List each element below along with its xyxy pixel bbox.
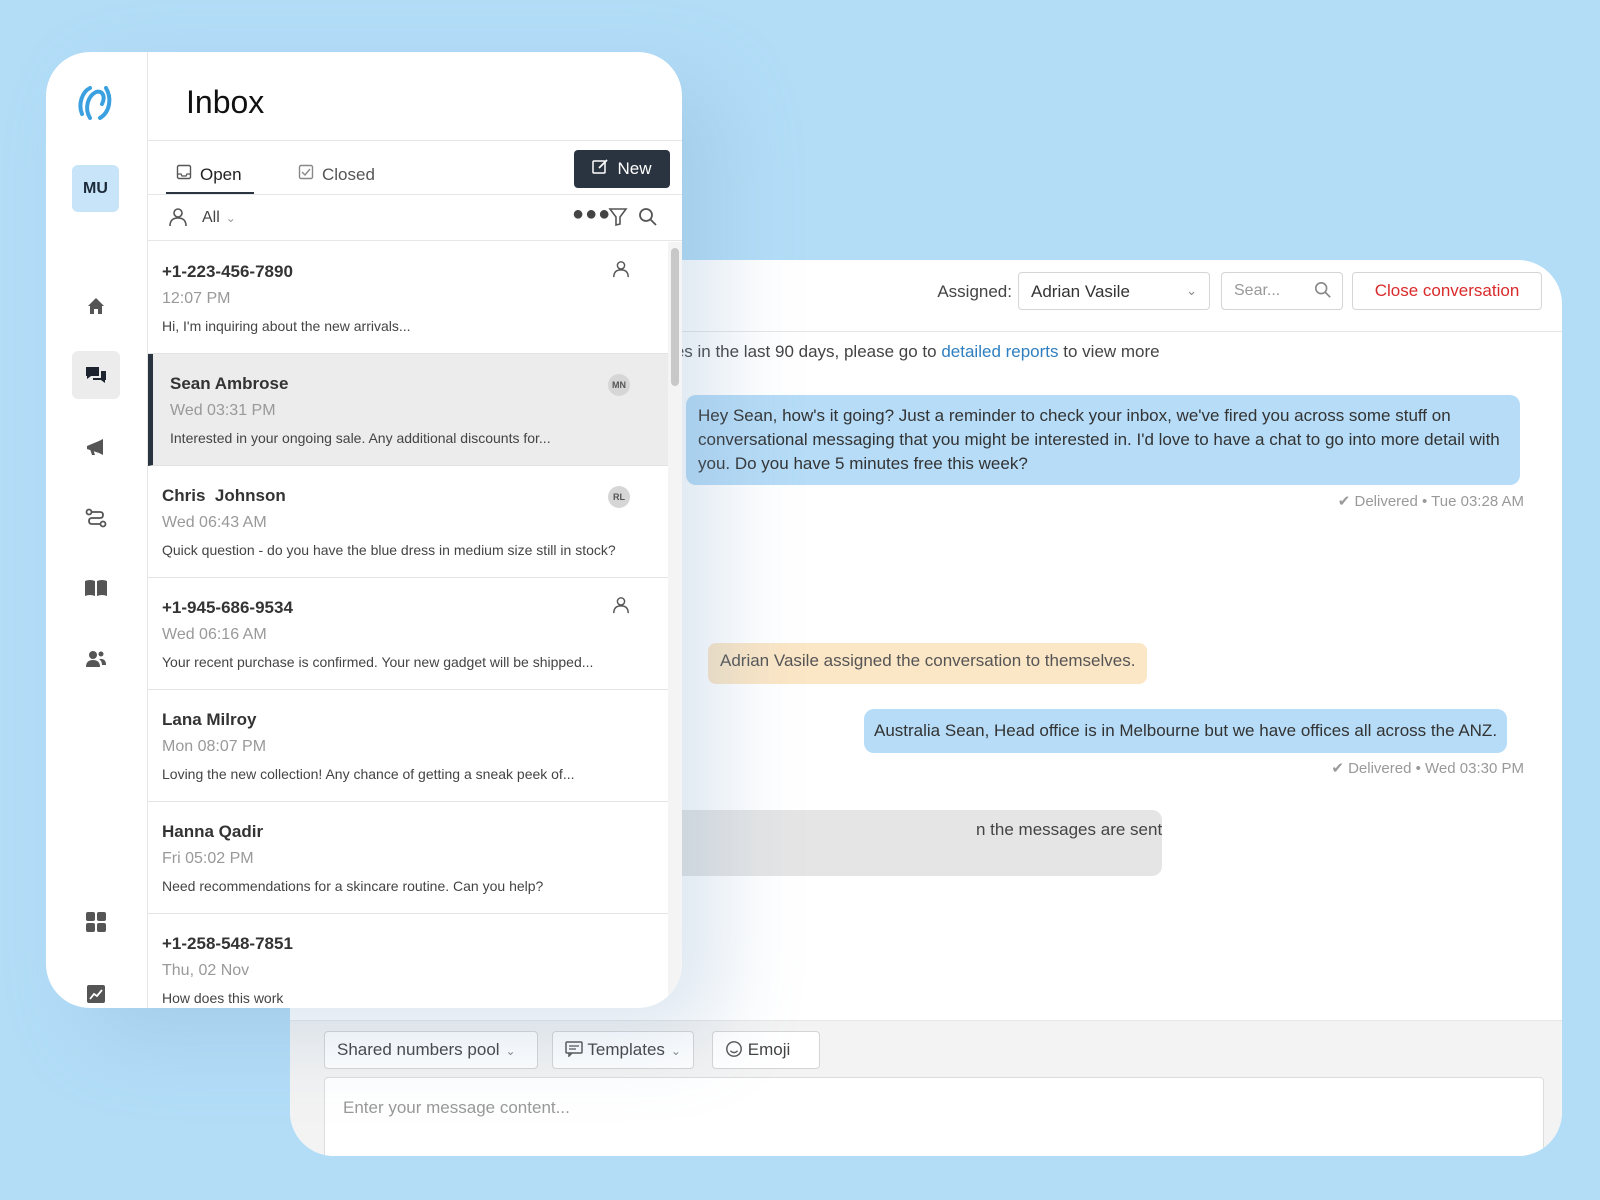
contact-name: +1-223-456-7890 xyxy=(162,262,293,281)
system-note: Adrian Vasile assigned the conversation … xyxy=(708,643,1148,684)
chevron-down-icon: ⌄ xyxy=(505,1044,516,1058)
message-preview: Interested in your ongoing sale. Any add… xyxy=(170,430,551,446)
compose-icon xyxy=(592,158,609,180)
message-preview: How does this work xyxy=(162,990,284,1006)
inbox-panel: MU Inbox Open Closed New All ⌄ ●●● +1-22… xyxy=(46,52,682,1008)
contacts-icon[interactable] xyxy=(72,635,120,683)
assignee-badge: RL xyxy=(608,486,630,508)
message-preview: Your recent purchase is confirmed. Your … xyxy=(162,654,594,670)
contact-name: Lana Milroy xyxy=(162,710,257,729)
message-composer: Shared numbers pool ⌄ Templates ⌄ Emoji En… xyxy=(290,1020,1562,1156)
chevron-down-icon: ⌄ xyxy=(670,1044,681,1058)
conversation-list: +1-223-456-7890 12:07 PM Hi, I'm inquiri… xyxy=(148,242,668,1008)
assignee-filter-select[interactable]: All ⌄ xyxy=(202,209,236,227)
assignee-value: Adrian Vasile xyxy=(1031,282,1130,301)
message-input[interactable]: Enter your message content... xyxy=(324,1077,1544,1156)
check-icon: ✔ xyxy=(1331,760,1344,777)
search-icon[interactable] xyxy=(638,207,658,232)
conversation-time: Wed 03:31 PM xyxy=(170,402,276,419)
conversation-item[interactable]: +1-223-456-7890 12:07 PM Hi, I'm inquiri… xyxy=(148,242,668,354)
home-icon[interactable] xyxy=(72,282,120,330)
unassigned-user-icon xyxy=(612,260,630,283)
conversation-item[interactable]: Chris Johnson Wed 06:43 AM Quick questio… xyxy=(148,466,668,578)
conversation-time: Wed 06:16 AM xyxy=(162,626,267,643)
user-icon xyxy=(168,207,188,232)
conversation-time: Thu, 02 Nov xyxy=(162,962,250,979)
megaphone-icon[interactable] xyxy=(72,424,120,472)
apps-grid-icon[interactable] xyxy=(72,898,120,946)
outgoing-message: Australia Sean, Head office is in Melbou… xyxy=(864,709,1508,753)
message-preview: Need recommendations for a skincare rout… xyxy=(162,878,544,894)
close-conversation-button[interactable]: Close conversation xyxy=(1352,272,1542,310)
conversation-item[interactable]: +1-945-686-9534 Wed 06:16 AM Your recent… xyxy=(148,578,668,690)
assignee-badge: MN xyxy=(608,374,630,396)
new-conversation-button[interactable]: New xyxy=(574,150,670,188)
check-icon: ✔ xyxy=(1337,493,1351,510)
contact-name: +1-258-548-7851 xyxy=(162,934,293,953)
notice-suffix: to view more xyxy=(1063,342,1160,361)
contact-name: Hanna Qadir xyxy=(162,822,264,841)
contact-name: +1-945-686-9534 xyxy=(162,598,293,617)
scroll-thumb[interactable] xyxy=(671,248,679,386)
flow-icon[interactable] xyxy=(72,494,120,542)
tab-closed[interactable]: Closed xyxy=(298,164,375,185)
templates-button[interactable]: Templates ⌄ xyxy=(552,1031,694,1069)
more-options-icon[interactable]: ●●● xyxy=(572,203,611,226)
tab-open[interactable]: Open xyxy=(176,164,242,185)
history-notice: nessages in the last 90 days, please go … xyxy=(620,342,1160,362)
nav-rail: MU xyxy=(46,52,148,1008)
page-title: Inbox xyxy=(186,84,265,120)
checklist-icon xyxy=(298,164,314,185)
chevron-down-icon: ⌄ xyxy=(1186,283,1197,298)
message-placeholder: Enter your message content... xyxy=(343,1098,570,1117)
assigned-label: Assigned: xyxy=(937,282,1012,301)
message-preview: Quick question - do you have the blue dr… xyxy=(162,542,616,558)
conversation-time: Mon 08:07 PM xyxy=(162,738,267,755)
divider xyxy=(148,140,682,141)
conversation-item[interactable]: Sean Ambrose Wed 03:31 PM Interested in … xyxy=(148,354,668,466)
message-status: ✔ Delivered • Tue 03:28 AM xyxy=(1337,493,1524,510)
conversation-item[interactable]: Hanna Qadir Fri 05:02 PM Need recommenda… xyxy=(148,802,668,914)
conversation-time: Fri 05:02 PM xyxy=(162,850,254,867)
unassigned-user-icon xyxy=(612,596,630,619)
template-icon xyxy=(565,1040,587,1059)
conversation-item[interactable]: Lana Milroy Mon 08:07 PM Loving the new … xyxy=(148,690,668,802)
inbox-tray-icon xyxy=(176,164,192,185)
message-preview: Loving the new collection! Any chance of… xyxy=(162,766,575,782)
filter-icon[interactable] xyxy=(608,207,628,232)
list-scrollbar[interactable] xyxy=(668,242,682,1008)
message-status: ✔ Delivered • Wed 03:30 PM xyxy=(1331,760,1524,777)
assignee-select[interactable]: Adrian Vasile ⌄ xyxy=(1018,272,1210,310)
outgoing-message: Hey Sean, how's it going? Just a reminde… xyxy=(686,395,1520,485)
search-icon xyxy=(1314,281,1332,304)
conversation-search-input[interactable]: Sear... xyxy=(1221,272,1343,310)
contact-name: Sean Ambrose xyxy=(170,374,289,393)
chat-icon[interactable] xyxy=(72,351,120,399)
numbers-pool-select[interactable]: Shared numbers pool ⌄ xyxy=(324,1031,538,1069)
chevron-down-icon: ⌄ xyxy=(225,211,236,225)
contact-name: Chris Johnson xyxy=(162,486,286,505)
search-placeholder: Sear... xyxy=(1234,282,1281,299)
incoming-message: n the messages are sent, unless sending … xyxy=(650,810,1162,876)
message-preview: Hi, I'm inquiring about the new arrivals… xyxy=(162,318,411,334)
filter-bar: All ⌄ ●●● xyxy=(148,195,682,241)
emoji-button[interactable]: Emoji xyxy=(712,1031,820,1069)
conversation-time: 12:07 PM xyxy=(162,290,231,307)
analytics-icon[interactable] xyxy=(72,970,120,1008)
detailed-reports-link[interactable]: detailed reports xyxy=(941,342,1058,361)
brand-logo-icon[interactable] xyxy=(76,82,114,127)
conversation-item[interactable]: +1-258-548-7851 Thu, 02 Nov How does thi… xyxy=(148,914,668,1008)
conversation-time: Wed 06:43 AM xyxy=(162,514,267,531)
book-icon[interactable] xyxy=(72,564,120,612)
smiley-icon xyxy=(725,1040,748,1059)
user-avatar[interactable]: MU xyxy=(72,165,119,212)
